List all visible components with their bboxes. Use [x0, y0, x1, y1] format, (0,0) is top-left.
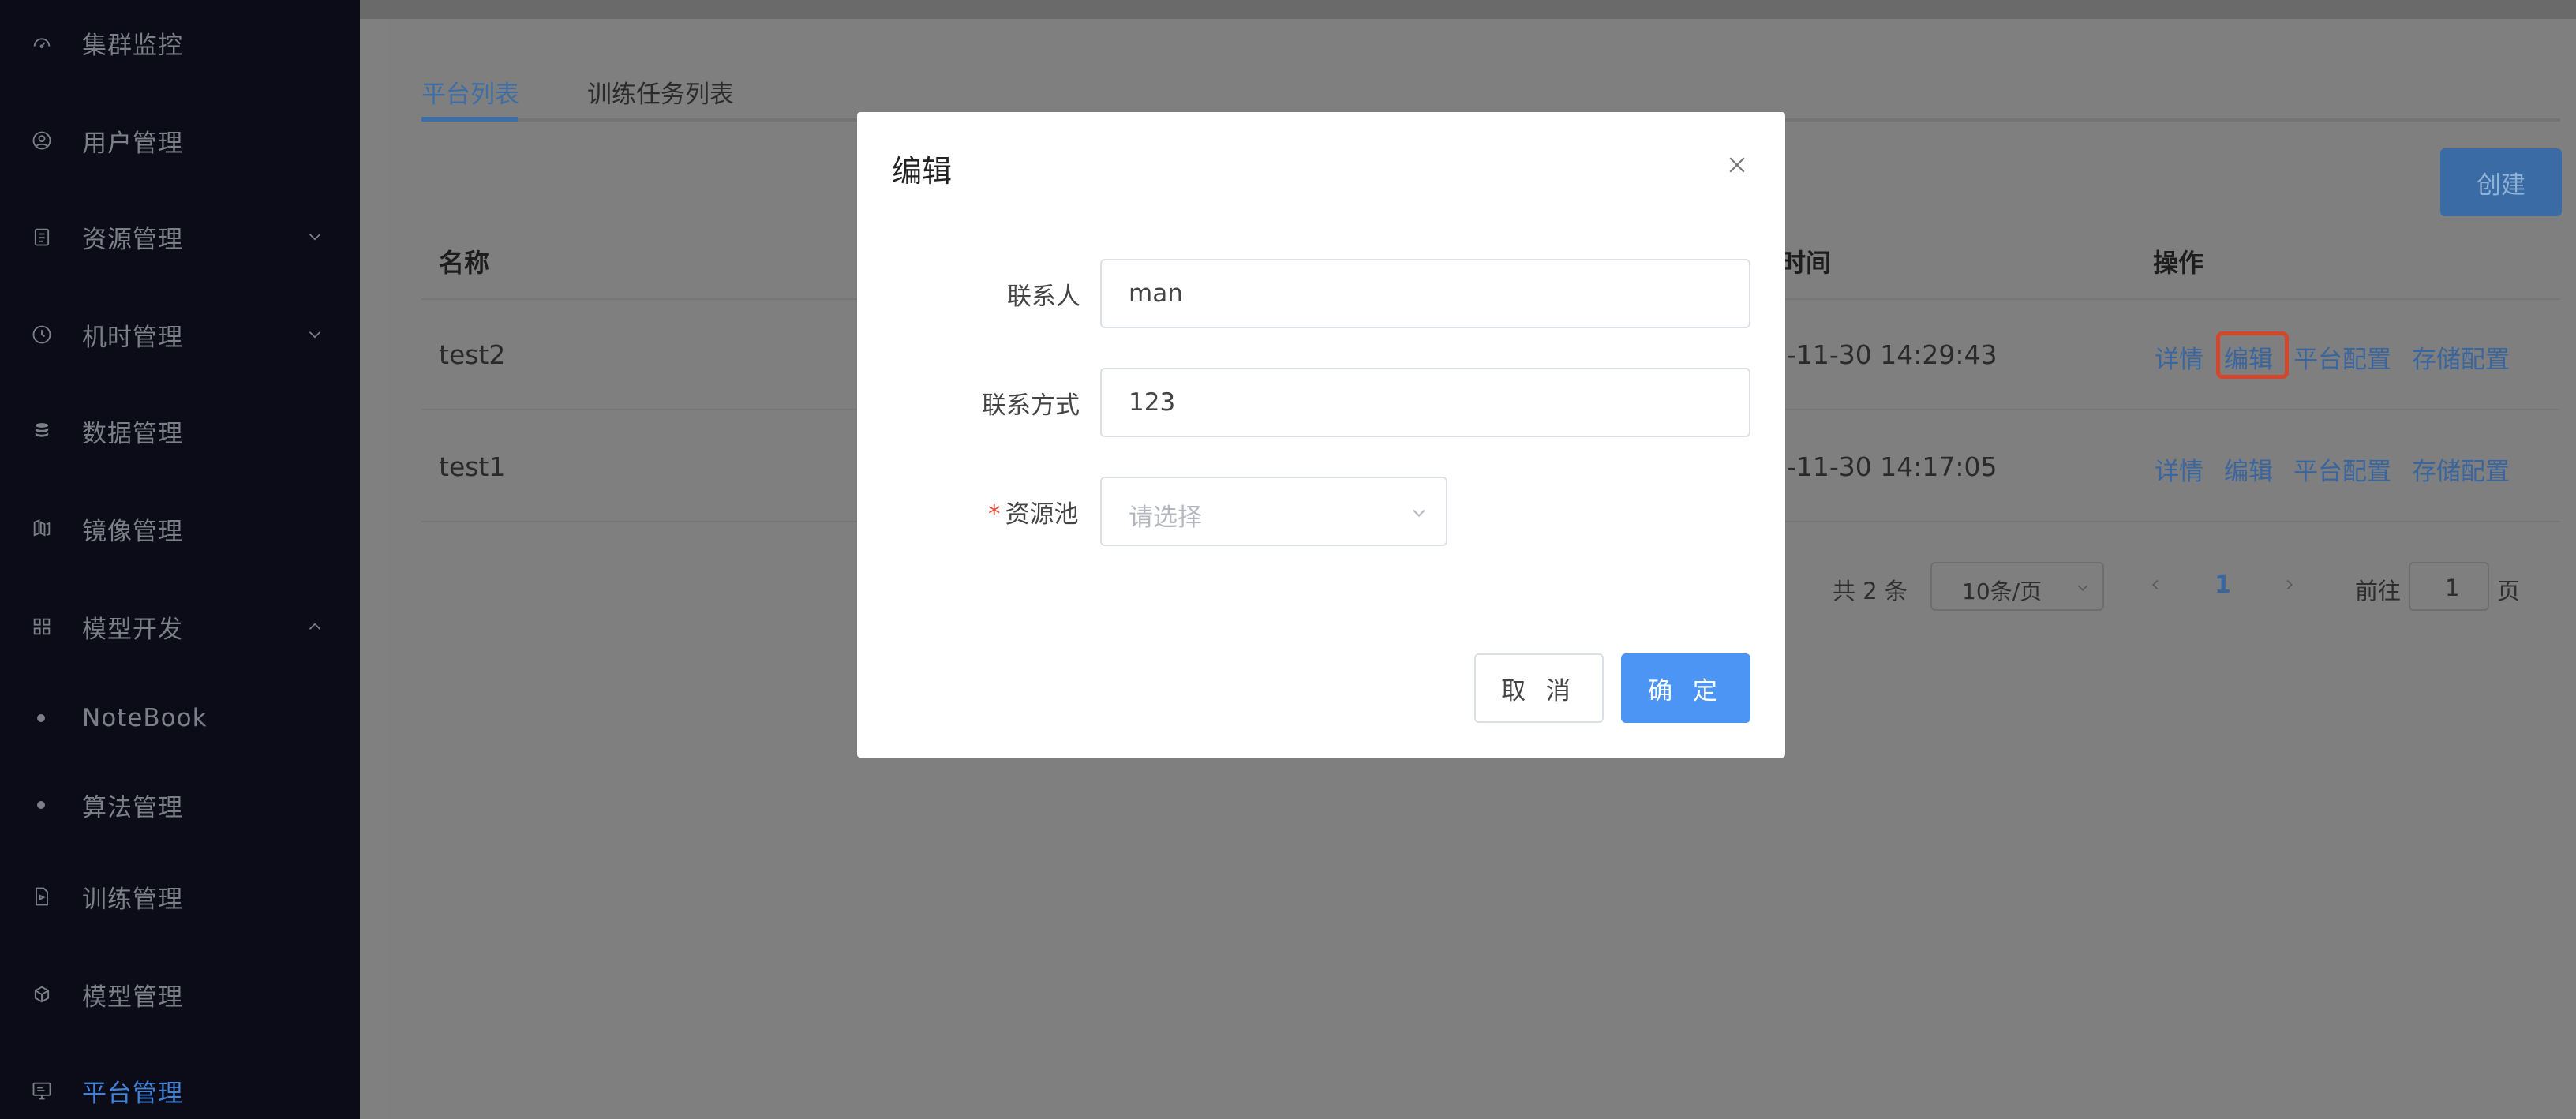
clock-icon — [30, 323, 54, 346]
column-header-ops: 操作 — [2153, 248, 2204, 278]
resource-pool-select[interactable]: 请选择 — [1100, 477, 1447, 546]
contact-input[interactable] — [1100, 259, 1750, 328]
sidebar-item-user-management[interactable]: 用户管理 — [0, 101, 360, 180]
phone-label: 联系方式 — [982, 391, 1080, 420]
sidebar-item-label: 资源管理 — [82, 225, 183, 254]
chevron-up-icon — [309, 623, 321, 630]
sidebar-item-label: 平台管理 — [82, 1079, 183, 1108]
sidebar-item-model-dev[interactable]: 模型开发 — [0, 587, 360, 666]
cancel-button[interactable]: 取 消 — [1474, 653, 1604, 723]
select-placeholder: 请选择 — [1129, 503, 1202, 532]
contact-label: 联系人 — [1007, 283, 1080, 311]
tab-label: 平台列表 — [421, 80, 519, 109]
platform-config-link[interactable]: 平台配置 — [2293, 451, 2391, 487]
cell-time: -11-30 14:29:43 — [1787, 339, 1998, 370]
chevron-down-icon — [2077, 585, 2088, 592]
clipboard-icon — [30, 225, 54, 249]
sidebar-item-model-management[interactable]: 模型管理 — [0, 955, 360, 1034]
active-tab-indicator — [421, 117, 518, 122]
tab-training-task-list[interactable]: 训练任务列表 — [587, 74, 734, 110]
goto-page-value: 1 — [2445, 574, 2460, 601]
dialog-title: 编辑 — [892, 154, 953, 189]
sidebar-item-cluster-monitor[interactable]: 集群监控 — [0, 3, 360, 82]
image-icon — [30, 517, 54, 541]
sidebar-item-label: 镜像管理 — [82, 517, 183, 546]
cube-icon — [30, 982, 54, 1006]
storage-config-link[interactable]: 存储配置 — [2412, 451, 2510, 487]
goto-suffix: 页 — [2497, 578, 2521, 604]
user-icon — [30, 129, 54, 152]
tab-label: 训练任务列表 — [587, 80, 734, 109]
column-header-name: 名称 — [439, 248, 490, 278]
tab-platform-list[interactable]: 平台列表 — [421, 74, 519, 110]
chevron-down-icon — [309, 234, 321, 241]
goto-prefix: 前往 — [2355, 578, 2402, 604]
detail-link[interactable]: 详情 — [2155, 339, 2203, 375]
chevron-down-icon — [1413, 509, 1425, 517]
sidebar-item-label: 集群监控 — [82, 31, 183, 60]
sidebar-item-label: 训练管理 — [82, 885, 183, 914]
edit-highlight-box — [2216, 331, 2289, 379]
sidebar-item-label: 用户管理 — [82, 129, 183, 158]
sidebar-item-label: 算法管理 — [82, 793, 183, 822]
close-icon[interactable] — [1725, 153, 1749, 177]
storage-config-link[interactable]: 存储配置 — [2412, 339, 2510, 375]
cell-time: -11-30 14:17:05 — [1787, 451, 1998, 482]
cell-name: test2 — [439, 339, 506, 370]
edit-link[interactable]: 编辑 — [2224, 451, 2273, 487]
platform-config-link[interactable]: 平台配置 — [2293, 339, 2391, 375]
sidebar-subitem-notebook[interactable]: NoteBook — [0, 679, 360, 758]
sidebar-item-label: 模型开发 — [82, 615, 183, 644]
top-strip — [360, 0, 2576, 19]
sidebar-item-platform-management[interactable]: 平台管理 — [0, 1051, 360, 1119]
monitor-icon — [30, 1079, 54, 1102]
next-page-icon[interactable] — [2281, 576, 2298, 593]
page-size-value: 10条/页 — [1962, 578, 2042, 604]
grid-icon — [30, 615, 54, 638]
required-star: * — [988, 500, 1001, 529]
create-button[interactable]: 创建 — [2440, 148, 2562, 216]
sidebar-item-image-management[interactable]: 镜像管理 — [0, 489, 360, 568]
sidebar-item-label: 模型管理 — [82, 982, 183, 1012]
current-page[interactable]: 1 — [2215, 571, 2231, 599]
bullet-dot — [37, 714, 45, 722]
pagination-total: 共 2 条 — [1833, 578, 1908, 604]
column-header-time: 时间 — [1780, 248, 1832, 278]
document-icon — [30, 885, 54, 908]
page-size-select[interactable]: 10条/页 — [1930, 562, 2104, 611]
sidebar-item-resource-management[interactable]: 资源管理 — [0, 197, 360, 276]
goto-page-input[interactable]: 1 — [2409, 562, 2489, 611]
chevron-down-icon — [309, 331, 321, 339]
sidebar-item-training-management[interactable]: 训练管理 — [0, 857, 360, 936]
dashboard-icon — [30, 31, 54, 54]
resource-pool-label-text: 资源池 — [1005, 500, 1079, 529]
edit-dialog: 编辑 联系人 联系方式 *资源池 请选择 取 消 确 定 — [857, 112, 1785, 758]
sidebar-item-label: NoteBook — [82, 704, 208, 732]
detail-link[interactable]: 详情 — [2155, 451, 2203, 487]
bullet-dot — [37, 801, 45, 809]
sidebar-subitem-algorithm[interactable]: 算法管理 — [0, 765, 360, 844]
cell-name: test1 — [439, 451, 506, 482]
sidebar-item-label: 数据管理 — [82, 419, 183, 448]
sidebar-item-time-management[interactable]: 机时管理 — [0, 295, 360, 374]
phone-input[interactable] — [1100, 368, 1750, 437]
sidebar-item-data-management[interactable]: 数据管理 — [0, 391, 360, 470]
prev-page-icon[interactable] — [2147, 576, 2164, 593]
sidebar-item-label: 机时管理 — [82, 323, 183, 352]
resource-pool-label: * 资源池 — [988, 494, 1079, 530]
sidebar: 集群监控 用户管理 资源管理 机时管理 数据管理 镜像管理 模型开发 NoteB… — [0, 0, 360, 1119]
confirm-button[interactable]: 确 定 — [1621, 653, 1750, 723]
database-icon — [30, 419, 54, 443]
